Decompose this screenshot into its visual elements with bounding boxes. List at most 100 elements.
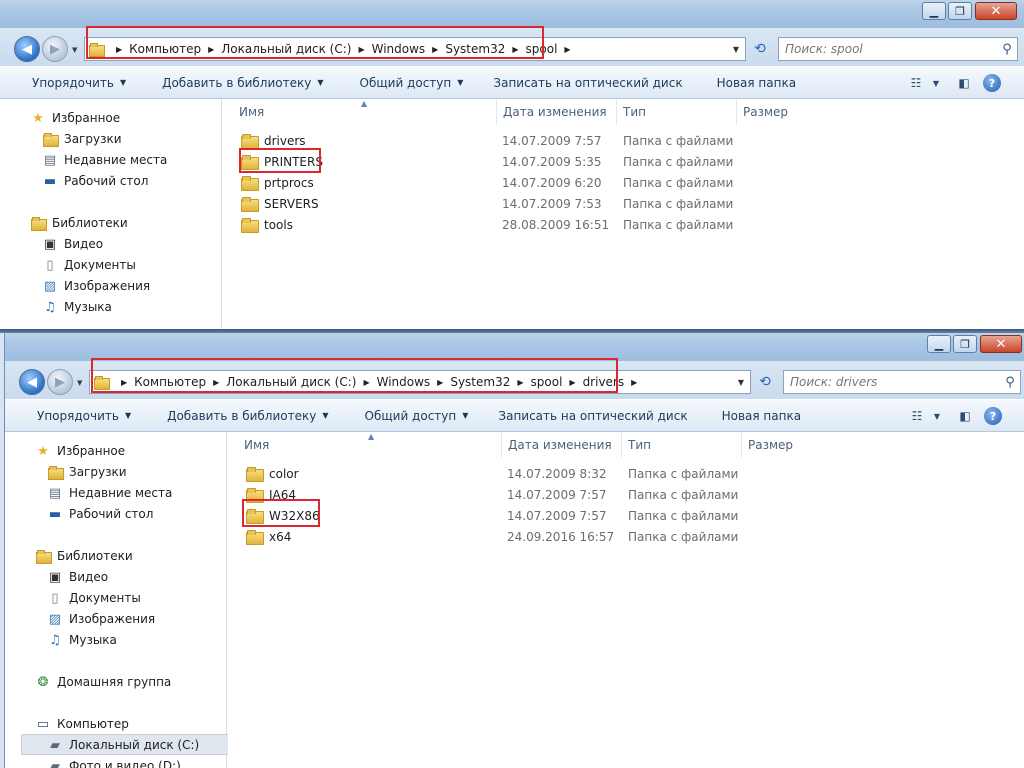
search-placeholder[interactable]: Поиск: drivers: [790, 375, 1000, 389]
file-name-cell[interactable]: prtprocs: [241, 172, 314, 193]
crumb-local-disk[interactable]: Локальный диск (C:): [221, 42, 351, 56]
file-name-cell[interactable]: color: [246, 463, 299, 484]
column-header-size[interactable]: Размер: [742, 432, 842, 458]
share-button[interactable]: Общий доступ ▼: [363, 409, 471, 423]
sidebar-item-downloads[interactable]: Загрузки: [47, 462, 127, 482]
chevron-right-icon[interactable]: ▶: [517, 378, 523, 387]
sidebar-item-video[interactable]: ▣ Видео: [47, 567, 108, 587]
help-button[interactable]: ?: [982, 74, 1002, 92]
column-header-type[interactable]: Тип: [617, 99, 737, 125]
chevron-right-icon[interactable]: ▶: [631, 378, 637, 387]
chevron-right-icon[interactable]: ▶: [208, 45, 214, 54]
close-button[interactable]: ✕: [975, 2, 1017, 20]
column-header-name[interactable]: Имя: [233, 99, 497, 125]
file-name-cell[interactable]: IA64: [246, 484, 296, 505]
sidebar-item-video[interactable]: ▣ Видео: [42, 234, 103, 254]
minimize-button[interactable]: ▁: [922, 2, 946, 20]
chevron-right-icon[interactable]: ▶: [432, 45, 438, 54]
search-placeholder[interactable]: Поиск: spool: [785, 42, 997, 56]
address-bar[interactable]: ▶ Компьютер ▶ Локальный диск (C:) ▶ Wind…: [84, 37, 746, 61]
sidebar-item-homegroup[interactable]: ❂ Домашняя группа: [35, 672, 172, 692]
sidebar-item-local-disk[interactable]: ▰ Локальный диск (C:): [47, 735, 199, 755]
minimize-button[interactable]: ▁: [927, 335, 951, 353]
add-to-library-button[interactable]: Добавить в библиотеку ▼: [160, 76, 325, 90]
sidebar-item-recent[interactable]: ▤ Недавние места: [42, 150, 168, 170]
back-button[interactable]: ◀: [14, 36, 40, 62]
back-button[interactable]: ◀: [19, 369, 45, 395]
sidebar-item-libraries[interactable]: Библиотеки: [30, 213, 128, 233]
chevron-right-icon[interactable]: ▶: [358, 45, 364, 54]
sidebar-item-music[interactable]: ♫ Музыка: [42, 297, 112, 317]
recent-pages-dropdown[interactable]: ▼: [72, 46, 77, 54]
refresh-button[interactable]: ⟲: [753, 370, 777, 394]
sidebar-item-desktop[interactable]: ▬ Рабочий стол: [42, 171, 149, 191]
crumb-windows[interactable]: Windows: [377, 375, 431, 389]
file-name-cell[interactable]: SERVERS: [241, 193, 319, 214]
burn-button[interactable]: Записать на оптический диск: [496, 409, 689, 423]
chevron-right-icon[interactable]: ▶: [564, 45, 570, 54]
column-header-date[interactable]: Дата изменения: [497, 99, 617, 125]
crumb-system32[interactable]: System32: [445, 42, 505, 56]
organize-button[interactable]: Упорядочить ▼: [30, 76, 128, 90]
sidebar-item-favorites[interactable]: ★ Избранное: [35, 441, 125, 461]
sidebar-item-downloads[interactable]: Загрузки: [42, 129, 122, 149]
add-to-library-button[interactable]: Добавить в библиотеку ▼: [165, 409, 330, 423]
sidebar-item-images[interactable]: ▨ Изображения: [47, 609, 155, 629]
address-history-dropdown[interactable]: ▼: [727, 45, 745, 54]
crumb-drivers[interactable]: drivers: [583, 375, 625, 389]
sidebar-item-computer[interactable]: ▭ Компьютер: [35, 714, 129, 734]
column-header-size[interactable]: Размер: [737, 99, 837, 125]
column-header-type[interactable]: Тип: [622, 432, 742, 458]
new-folder-button[interactable]: Новая папка: [720, 409, 803, 423]
crumb-spool[interactable]: spool: [531, 375, 563, 389]
chevron-down-icon[interactable]: ▼: [926, 74, 946, 92]
crumb-system32[interactable]: System32: [450, 375, 510, 389]
column-header-name[interactable]: Имя: [238, 432, 502, 458]
close-button[interactable]: ✕: [980, 335, 1022, 353]
address-bar[interactable]: ▶ Компьютер ▶ Локальный диск (C:) ▶ Wind…: [89, 370, 751, 394]
sidebar-item-music[interactable]: ♫ Музыка: [47, 630, 117, 650]
chevron-right-icon[interactable]: ▶: [213, 378, 219, 387]
chevron-right-icon[interactable]: ▶: [121, 378, 127, 387]
new-folder-button[interactable]: Новая папка: [715, 76, 798, 90]
sidebar-item-documents[interactable]: ▯ Документы: [42, 255, 135, 275]
title-bar[interactable]: ▁ ❐ ✕: [5, 333, 1024, 361]
share-button[interactable]: Общий доступ ▼: [358, 76, 466, 90]
search-icon[interactable]: ⚲: [1000, 375, 1020, 390]
search-icon[interactable]: ⚲: [997, 42, 1017, 57]
sidebar-item-libraries[interactable]: Библиотеки: [35, 546, 133, 566]
maximize-button[interactable]: ❐: [948, 2, 972, 20]
preview-pane-icon[interactable]: ◧: [954, 74, 974, 92]
forward-button[interactable]: ▶: [47, 369, 73, 395]
file-name-cell[interactable]: drivers: [241, 130, 306, 151]
sidebar-item-photo-disk[interactable]: ▰ Фото и видео (D:): [47, 756, 181, 768]
chevron-right-icon[interactable]: ▶: [569, 378, 575, 387]
sidebar-item-documents[interactable]: ▯ Документы: [47, 588, 140, 608]
crumb-spool[interactable]: spool: [526, 42, 558, 56]
sidebar-item-desktop[interactable]: ▬ Рабочий стол: [47, 504, 154, 524]
maximize-button[interactable]: ❐: [953, 335, 977, 353]
view-details-icon[interactable]: ☷: [906, 74, 926, 92]
recent-pages-dropdown[interactable]: ▼: [77, 379, 82, 387]
title-bar[interactable]: ▁ ❐ ✕: [0, 0, 1024, 28]
burn-button[interactable]: Записать на оптический диск: [491, 76, 684, 90]
crumb-computer[interactable]: Компьютер: [129, 42, 201, 56]
search-box[interactable]: Поиск: drivers ⚲: [783, 370, 1021, 394]
chevron-right-icon[interactable]: ▶: [437, 378, 443, 387]
sidebar-item-recent[interactable]: ▤ Недавние места: [47, 483, 173, 503]
chevron-right-icon[interactable]: ▶: [116, 45, 122, 54]
forward-button[interactable]: ▶: [42, 36, 68, 62]
file-name-cell[interactable]: W32X86: [246, 505, 320, 526]
crumb-local-disk[interactable]: Локальный диск (C:): [226, 375, 356, 389]
preview-pane-icon[interactable]: ◧: [955, 407, 975, 425]
chevron-down-icon[interactable]: ▼: [927, 407, 947, 425]
search-box[interactable]: Поиск: spool ⚲: [778, 37, 1018, 61]
view-details-icon[interactable]: ☷: [907, 407, 927, 425]
address-history-dropdown[interactable]: ▼: [732, 378, 750, 387]
organize-button[interactable]: Упорядочить ▼: [35, 409, 133, 423]
chevron-right-icon[interactable]: ▶: [512, 45, 518, 54]
help-button[interactable]: ?: [983, 407, 1003, 425]
file-name-cell[interactable]: PRINTERS: [241, 151, 323, 172]
file-name-cell[interactable]: x64: [246, 526, 291, 547]
sidebar-item-favorites[interactable]: ★ Избранное: [30, 108, 120, 128]
